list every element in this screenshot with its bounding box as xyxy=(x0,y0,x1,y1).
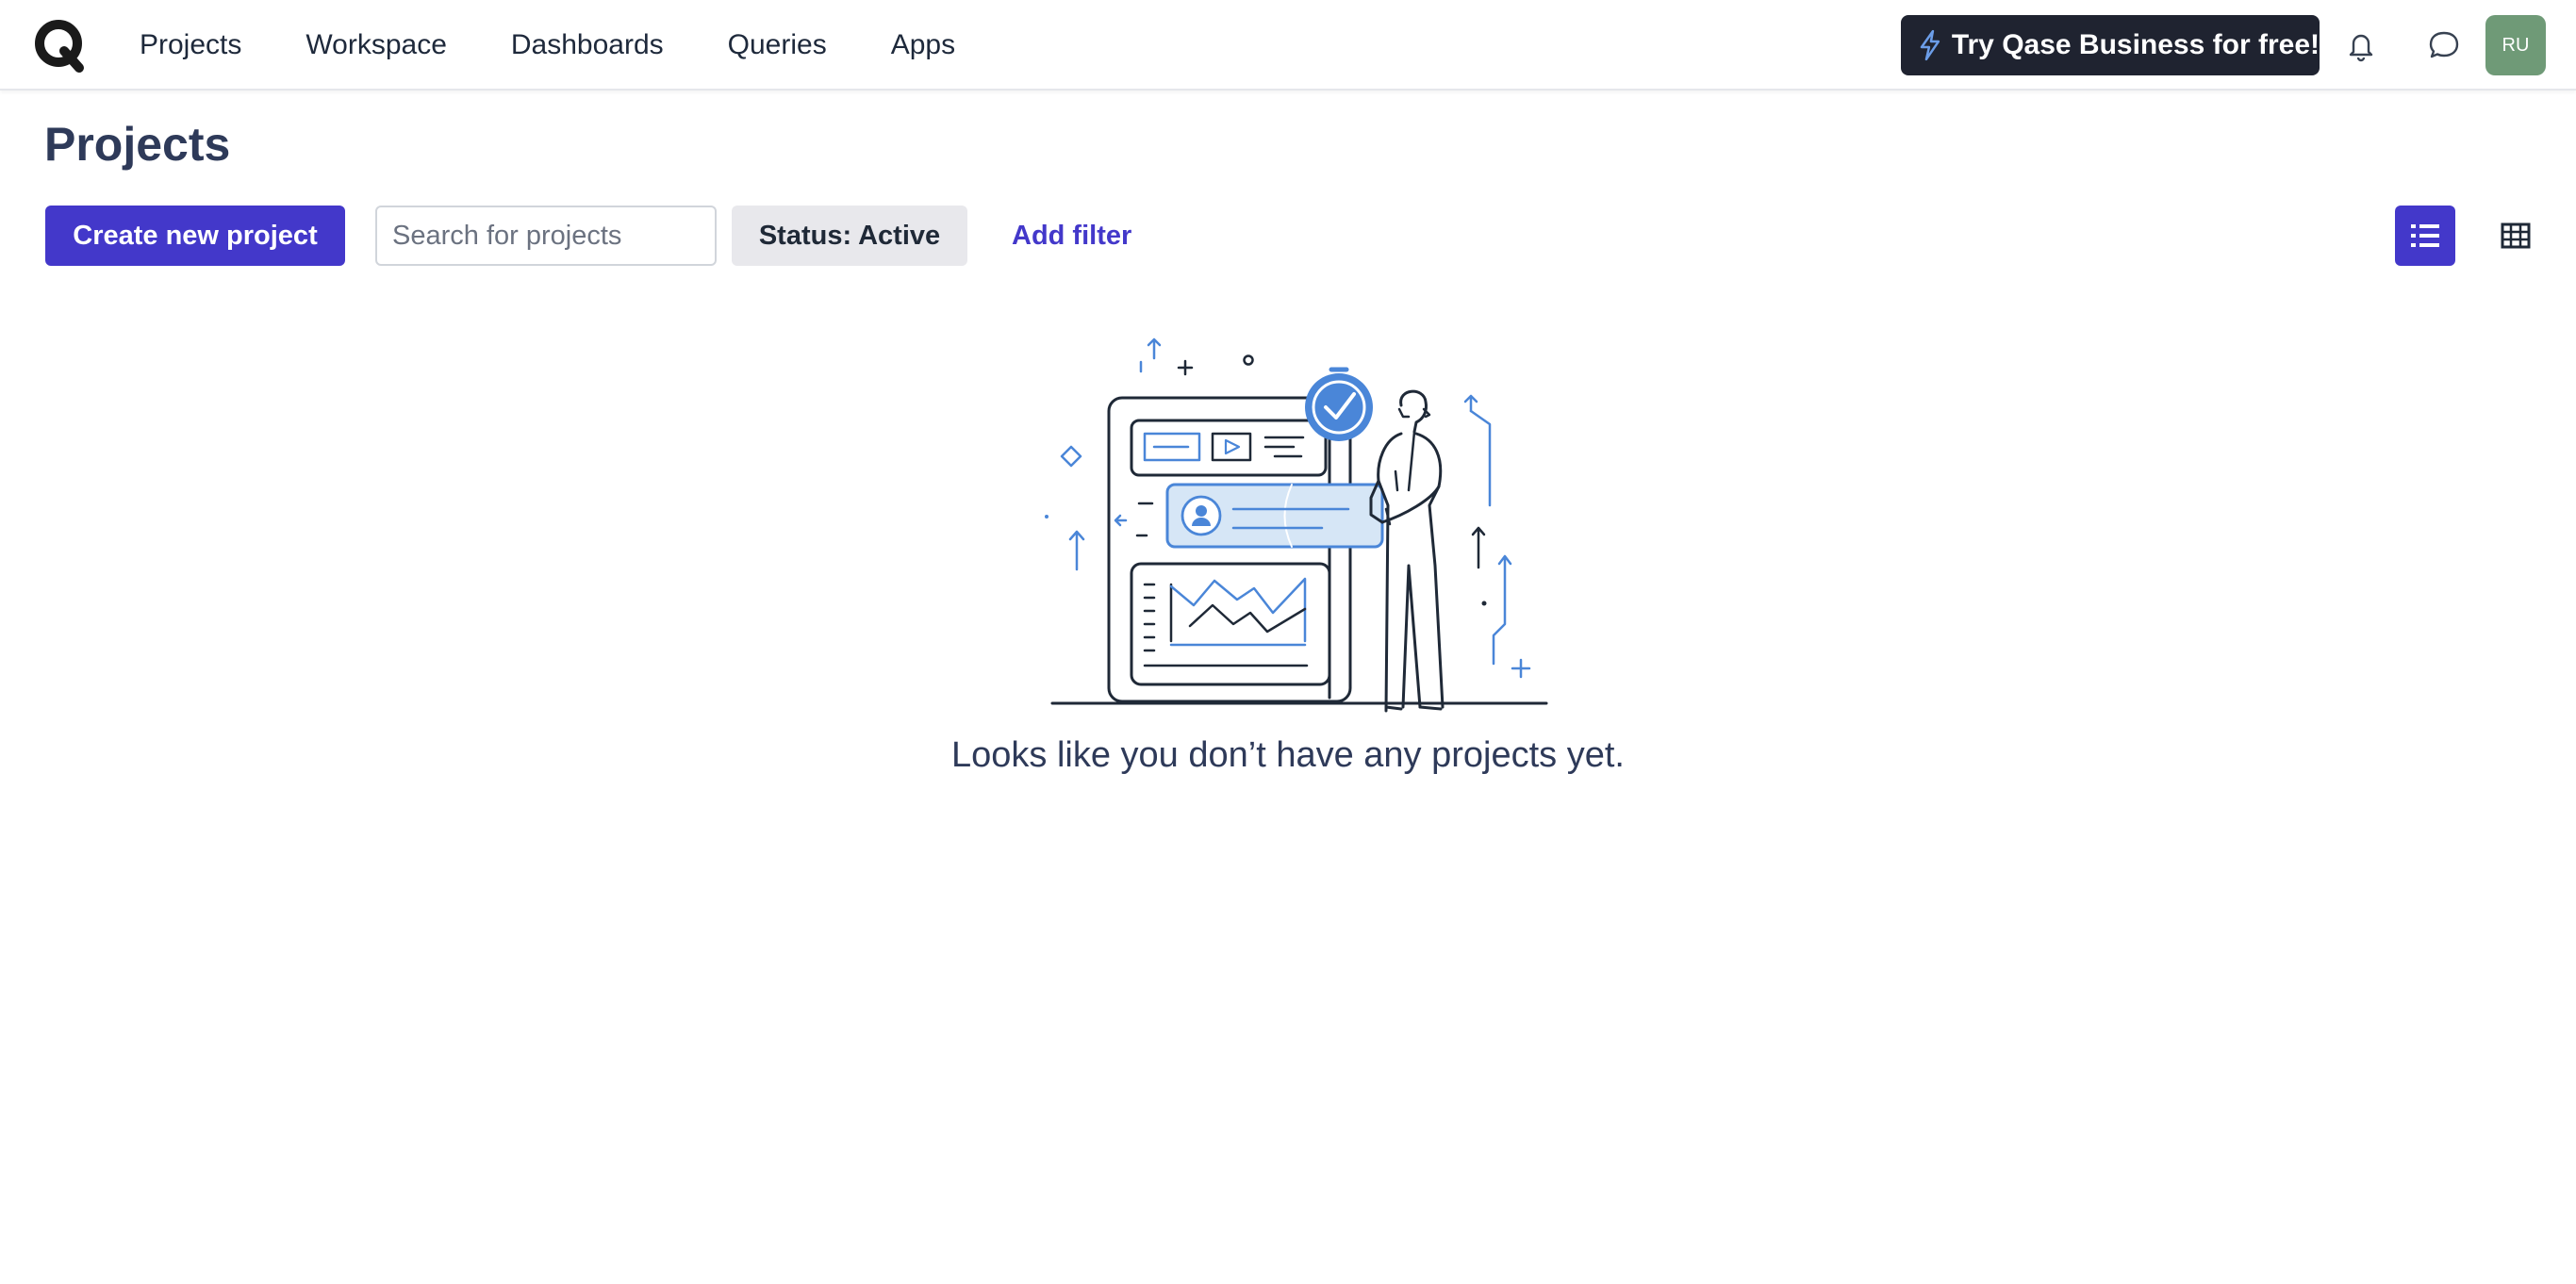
main-nav: Projects Workspace Dashboards Queries Ap… xyxy=(140,0,1019,91)
grid-view-button[interactable] xyxy=(2485,206,2546,266)
lightning-bolt-icon xyxy=(1920,29,1940,61)
nav-item-queries[interactable]: Queries xyxy=(728,29,827,61)
chat-bubble-icon[interactable] xyxy=(2425,26,2463,64)
try-business-label: Try Qase Business for free! xyxy=(1951,29,2320,60)
nav-item-projects[interactable]: Projects xyxy=(140,29,241,61)
status-filter-chip[interactable]: Status: Active xyxy=(732,206,967,266)
nav-item-dashboards[interactable]: Dashboards xyxy=(511,29,664,61)
nav-item-apps[interactable]: Apps xyxy=(891,29,955,61)
search-input[interactable] xyxy=(375,206,717,266)
top-navigation-bar: Projects Workspace Dashboards Queries Ap… xyxy=(0,0,2576,91)
avatar[interactable]: RU xyxy=(2485,15,2546,75)
empty-projects-illustration xyxy=(1045,337,1548,713)
page-title: Projects xyxy=(44,118,231,171)
grid-view-icon xyxy=(2501,222,2531,249)
empty-state-message: Looks like you don’t have any projects y… xyxy=(951,735,1625,775)
list-view-button[interactable] xyxy=(2395,206,2455,266)
try-business-button[interactable]: Try Qase Business for free! xyxy=(1901,15,2320,75)
add-filter-button[interactable]: Add filter xyxy=(1012,206,1131,266)
qase-logo-icon[interactable] xyxy=(32,17,89,74)
bell-icon[interactable] xyxy=(2342,26,2380,64)
list-view-icon xyxy=(2411,224,2439,247)
nav-item-workspace[interactable]: Workspace xyxy=(305,29,447,61)
create-project-button[interactable]: Create new project xyxy=(45,206,345,266)
